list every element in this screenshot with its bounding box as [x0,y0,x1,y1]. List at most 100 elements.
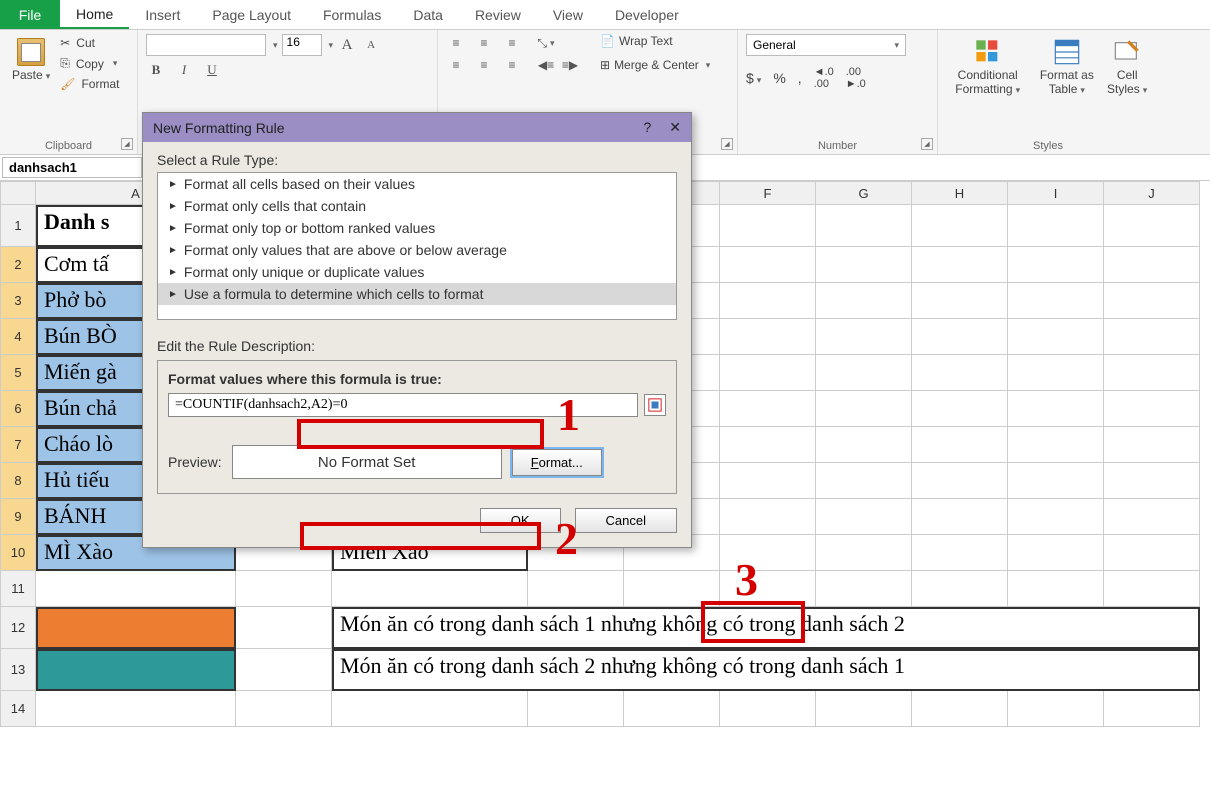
cell-G5[interactable] [816,355,912,391]
cell-J5[interactable] [1104,355,1200,391]
decrease-indent-button[interactable]: ◀≡ [536,56,556,74]
cell-D11[interactable] [528,571,624,607]
cell-J10[interactable] [1104,535,1200,571]
rule-type-item-4[interactable]: ►Format only unique or duplicate values [158,261,676,283]
cell-I6[interactable] [1008,391,1104,427]
number-dialog-launcher[interactable]: ◢ [921,138,933,150]
cell-J1[interactable] [1104,205,1200,247]
cell-F7[interactable] [720,427,816,463]
shrink-font-button[interactable]: A [361,35,381,55]
rule-type-item-5[interactable]: ►Use a formula to determine which cells … [158,283,676,305]
comma-button[interactable]: , [798,70,802,86]
col-header-F[interactable]: F [720,181,816,205]
cell-H14[interactable] [912,691,1008,727]
font-size-combo[interactable]: 16 [282,34,322,56]
cell-E11[interactable] [624,571,720,607]
cell-H6[interactable] [912,391,1008,427]
cell-styles-button[interactable]: Cell Styles▾ [1104,34,1150,101]
rule-type-item-2[interactable]: ►Format only top or bottom ranked values [158,217,676,239]
row-header-2[interactable]: 2 [0,247,36,283]
row-header-8[interactable]: 8 [0,463,36,499]
merge-center-button[interactable]: ⊞Merge & Center▾ [600,58,710,72]
tab-data[interactable]: Data [397,0,459,29]
cell-G8[interactable] [816,463,912,499]
cell-F4[interactable] [720,319,816,355]
cell-G9[interactable] [816,499,912,535]
cell-A11[interactable] [36,571,236,607]
clipboard-dialog-launcher[interactable]: ◢ [121,138,133,150]
cell-J6[interactable] [1104,391,1200,427]
align-center-button[interactable]: ≡ [474,56,494,74]
number-format-combo[interactable]: General▾ [746,34,906,56]
cell-H5[interactable] [912,355,1008,391]
underline-button[interactable]: U [202,60,222,80]
cell-A12[interactable] [36,607,236,649]
cell-F9[interactable] [720,499,816,535]
cell-I7[interactable] [1008,427,1104,463]
cell-B11[interactable] [236,571,332,607]
cell-I10[interactable] [1008,535,1104,571]
rule-type-item-1[interactable]: ►Format only cells that contain [158,195,676,217]
ok-button[interactable]: OK [480,508,561,533]
row-header-7[interactable]: 7 [0,427,36,463]
cell-C11[interactable] [332,571,528,607]
grow-font-button[interactable]: A [337,35,357,55]
cell-C14[interactable] [332,691,528,727]
close-button[interactable]: ✕ [669,119,681,136]
cell-F14[interactable] [720,691,816,727]
cell-B14[interactable] [236,691,332,727]
cell-I3[interactable] [1008,283,1104,319]
row-header-13[interactable]: 13 [0,649,36,691]
rule-type-item-3[interactable]: ►Format only values that are above or be… [158,239,676,261]
cell-H10[interactable] [912,535,1008,571]
cell-F2[interactable] [720,247,816,283]
cell-G1[interactable] [816,205,912,247]
increase-decimal-button[interactable]: ◄.0.00 [814,66,834,90]
col-header-I[interactable]: I [1008,181,1104,205]
row-header-6[interactable]: 6 [0,391,36,427]
italic-button[interactable]: I [174,60,194,80]
cell-J8[interactable] [1104,463,1200,499]
tab-home[interactable]: Home [60,0,129,29]
rule-type-list[interactable]: ►Format all cells based on their values►… [157,172,677,320]
cell-I5[interactable] [1008,355,1104,391]
align-middle-button[interactable]: ≡ [474,34,494,52]
align-left-button[interactable]: ≡ [446,56,466,74]
row-header-1[interactable]: 1 [0,205,36,247]
row-header-5[interactable]: 5 [0,355,36,391]
cell-H3[interactable] [912,283,1008,319]
row-header-4[interactable]: 4 [0,319,36,355]
format-as-table-button[interactable]: Format as Table▾ [1035,34,1098,101]
tab-review[interactable]: Review [459,0,537,29]
col-header-G[interactable]: G [816,181,912,205]
cell-C13[interactable]: Món ăn có trong danh sách 2 nhưng không … [332,649,1200,691]
cell-G6[interactable] [816,391,912,427]
tab-formulas[interactable]: Formulas [307,0,397,29]
currency-button[interactable]: $▾ [746,70,761,86]
format-button[interactable]: Format... [512,449,602,476]
cell-G10[interactable] [816,535,912,571]
cell-G2[interactable] [816,247,912,283]
cell-H1[interactable] [912,205,1008,247]
cell-G7[interactable] [816,427,912,463]
format-painter-button[interactable]: 🖌Format [60,77,119,91]
copy-button[interactable]: ⎘Copy▾ [60,56,119,71]
cell-H9[interactable] [912,499,1008,535]
name-box[interactable]: danhsach1 [2,157,142,178]
align-bottom-button[interactable]: ≡ [502,34,522,52]
cell-C12[interactable]: Món ăn có trong danh sách 1 nhưng không … [332,607,1200,649]
cell-J3[interactable] [1104,283,1200,319]
cell-I9[interactable] [1008,499,1104,535]
alignment-dialog-launcher[interactable]: ◢ [721,138,733,150]
cell-H7[interactable] [912,427,1008,463]
tab-insert[interactable]: Insert [129,0,196,29]
cell-B12[interactable] [236,607,332,649]
dialog-titlebar[interactable]: New Formatting Rule ? ✕ [143,113,691,142]
cell-D14[interactable] [528,691,624,727]
cell-F5[interactable] [720,355,816,391]
cell-I11[interactable] [1008,571,1104,607]
cell-F1[interactable] [720,205,816,247]
cell-I1[interactable] [1008,205,1104,247]
cell-G4[interactable] [816,319,912,355]
conditional-formatting-button[interactable]: Conditional Formatting▾ [946,34,1029,101]
